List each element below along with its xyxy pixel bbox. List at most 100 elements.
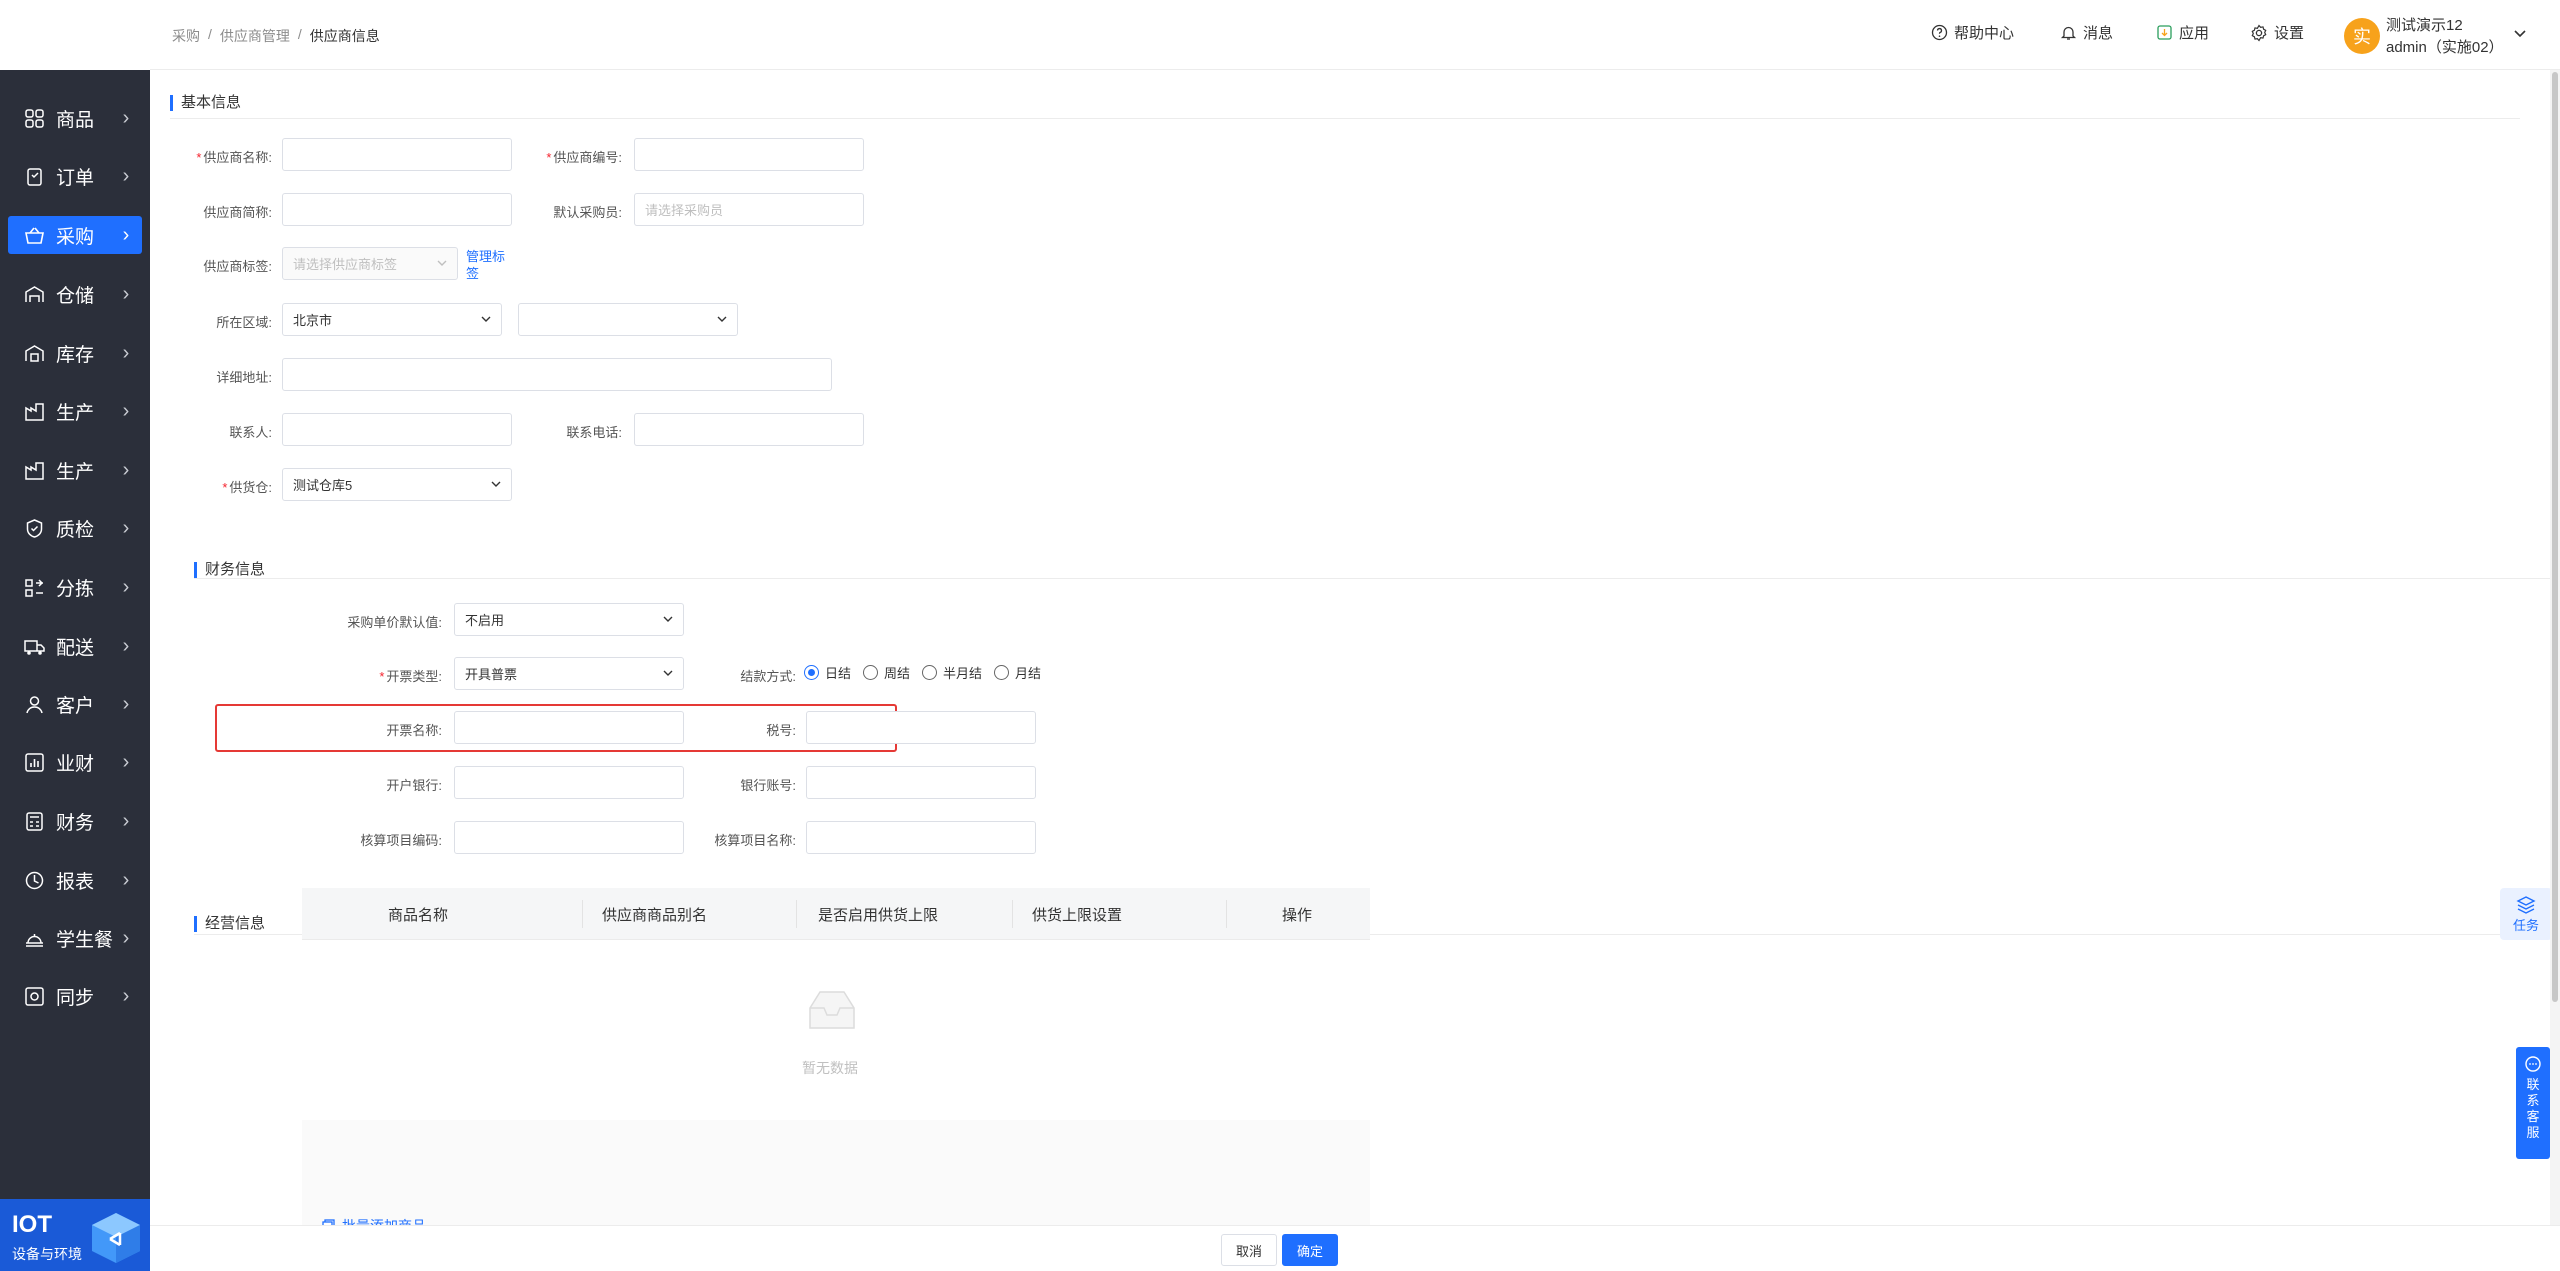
task-button[interactable]: 任务 <box>2500 888 2552 940</box>
sidebar-item[interactable]: 报表 › <box>8 861 142 899</box>
sidebar-item[interactable]: 订单 › <box>8 157 142 195</box>
sidebar-item[interactable]: 配送 › <box>8 627 142 665</box>
apps-link[interactable]: 应用 <box>2156 22 2209 43</box>
phone-input[interactable] <box>634 413 864 446</box>
radio-circle[interactable] <box>922 665 938 680</box>
invoice-type-label: * 开票类型: <box>379 669 442 684</box>
chevron-down-icon[interactable] <box>2512 25 2528 41</box>
address-label: 详细地址: <box>216 370 272 385</box>
radio-circle[interactable] <box>804 665 819 680</box>
supplier-short-input[interactable] <box>282 193 512 226</box>
radio-circle[interactable] <box>994 665 1010 680</box>
project-code-label: 核算项目编码: <box>360 833 442 848</box>
sidebar-item[interactable]: 质检 › <box>8 509 142 547</box>
sidebar-item-label: 学生餐 <box>56 929 114 951</box>
contact-label: 联系人: <box>229 425 272 440</box>
column-header: 是否启用供货上限 <box>818 907 939 924</box>
region-district-select[interactable] <box>518 303 738 336</box>
bank-input[interactable] <box>454 766 684 799</box>
sidebar-item[interactable]: 同步 › <box>8 977 142 1015</box>
supplier-tag-select[interactable]: 请选择供应商标签 <box>282 247 458 280</box>
sidebar-item[interactable]: 采购 › <box>8 216 142 254</box>
apps-label: 应用 <box>2179 25 2210 42</box>
sidebar-item-label: 库存 <box>56 344 95 366</box>
column-separator <box>582 900 583 928</box>
warehouse-select[interactable]: 测试仓库5 <box>282 468 512 501</box>
supplier-code-label: * 供应商编号: <box>546 150 622 165</box>
invoice-type-select[interactable]: 开具普票 <box>454 657 684 690</box>
chevron-down-icon <box>663 670 673 676</box>
avatar[interactable]: 实 <box>2344 18 2380 54</box>
bank-label: 开户银行: <box>386 778 442 793</box>
sidebar-item[interactable]: 生产 › <box>8 392 142 430</box>
default-buyer-select[interactable]: 请选择采购员 <box>634 193 864 226</box>
project-code-input[interactable] <box>454 821 684 854</box>
help-center-link[interactable]: 帮助中心 <box>1931 22 2014 43</box>
contact-service-button[interactable]: 联 系 客 服 <box>2516 1047 2550 1159</box>
warehouse-value: 测试仓库5 <box>293 478 353 493</box>
sidebar-item[interactable]: 商品 › <box>8 99 142 137</box>
settings-link[interactable]: 设置 <box>2250 22 2304 43</box>
sidebar-item-label: 质检 <box>56 519 95 541</box>
chevron-right-icon: › <box>122 399 130 422</box>
help-icon <box>1931 24 1948 41</box>
inventory-icon <box>22 341 46 365</box>
settle-radio-option[interactable]: 周结 <box>863 663 910 682</box>
scrollbar-thumb[interactable] <box>2552 72 2558 1002</box>
sidebar-item[interactable]: 业财 › <box>8 743 142 781</box>
confirm-button[interactable]: 确定 <box>1282 1234 1339 1266</box>
sidebar-item[interactable]: 分拣 › <box>8 568 142 606</box>
cancel-button[interactable]: 取消 <box>1221 1234 1278 1266</box>
settle-method-radio-group: 日结 周结 半月结 月结 <box>804 663 1053 682</box>
region-province-value: 北京市 <box>293 313 333 328</box>
supplier-name-input[interactable] <box>282 138 512 171</box>
user-name[interactable]: 测试演示12 <box>2386 14 2463 35</box>
sidebar-item[interactable]: 生产 › <box>8 451 142 489</box>
user-role[interactable]: admin（实施02） <box>2386 36 2504 57</box>
address-input[interactable] <box>282 358 832 391</box>
manage-tags-link[interactable]: 管理标 签 <box>466 248 505 282</box>
chevron-right-icon: › <box>122 516 130 539</box>
sidebar: 商品 › 订单 › 采购 › 仓储 › 库存 › 生产 › 生产 › 质检 › 分拣 › 配送 › 客户 › 业财 › 财务 › 报… <box>0 0 150 1271</box>
settle-option-label: 半月结 <box>943 666 983 681</box>
project-name-label: 核算项目名称: <box>714 833 796 848</box>
price-default-label: 采购单价默认值: <box>347 615 442 630</box>
bank-account-input[interactable] <box>806 766 1036 799</box>
settle-option-label: 日结 <box>825 666 852 681</box>
messages-link[interactable]: 消息 <box>2060 22 2113 43</box>
service-char: 联 <box>2526 1077 2540 1092</box>
radio-circle[interactable] <box>863 665 879 680</box>
breadcrumb-item[interactable]: 供应商管理 <box>220 26 290 46</box>
invoice-name-input[interactable] <box>454 711 684 744</box>
breadcrumb-item[interactable]: 采购 <box>172 26 200 46</box>
messages-label: 消息 <box>2083 25 2114 42</box>
chevron-right-icon: › <box>122 926 130 949</box>
sidebar-item-label: 采购 <box>56 226 95 248</box>
breadcrumb-current: 供应商信息 <box>309 28 380 44</box>
iot-banner[interactable]: IOT 设备与环境 <box>0 1199 150 1271</box>
settle-radio-option[interactable]: 日结 <box>804 663 851 682</box>
sidebar-item-label: 分拣 <box>56 578 95 600</box>
project-name-input[interactable] <box>806 821 1036 854</box>
settle-radio-option[interactable]: 月结 <box>994 663 1041 682</box>
sidebar-item[interactable]: 仓储 › <box>8 275 142 313</box>
chevron-down-icon <box>481 316 491 322</box>
price-default-select[interactable]: 不启用 <box>454 603 684 636</box>
region-province-select[interactable]: 北京市 <box>282 303 502 336</box>
sidebar-item[interactable]: 客户 › <box>8 685 142 723</box>
tax-number-input[interactable] <box>806 711 1036 744</box>
column-separator <box>1012 900 1013 928</box>
logo-area <box>0 0 150 70</box>
sidebar-item[interactable]: 学生餐 › <box>8 919 142 957</box>
contact-input[interactable] <box>282 413 512 446</box>
sidebar-item[interactable]: 财务 › <box>8 802 142 840</box>
factory-icon <box>22 458 46 482</box>
tax-number-label: 税号: <box>766 723 796 738</box>
settings-label: 设置 <box>2274 25 2305 42</box>
sidebar-item[interactable]: 库存 › <box>8 334 142 372</box>
supplier-code-input[interactable] <box>634 138 864 171</box>
manage-tags-line2: 签 <box>466 266 480 281</box>
chevron-right-icon: › <box>122 458 130 481</box>
column-header: 操作 <box>1282 907 1313 924</box>
settle-radio-option[interactable]: 半月结 <box>922 663 982 682</box>
